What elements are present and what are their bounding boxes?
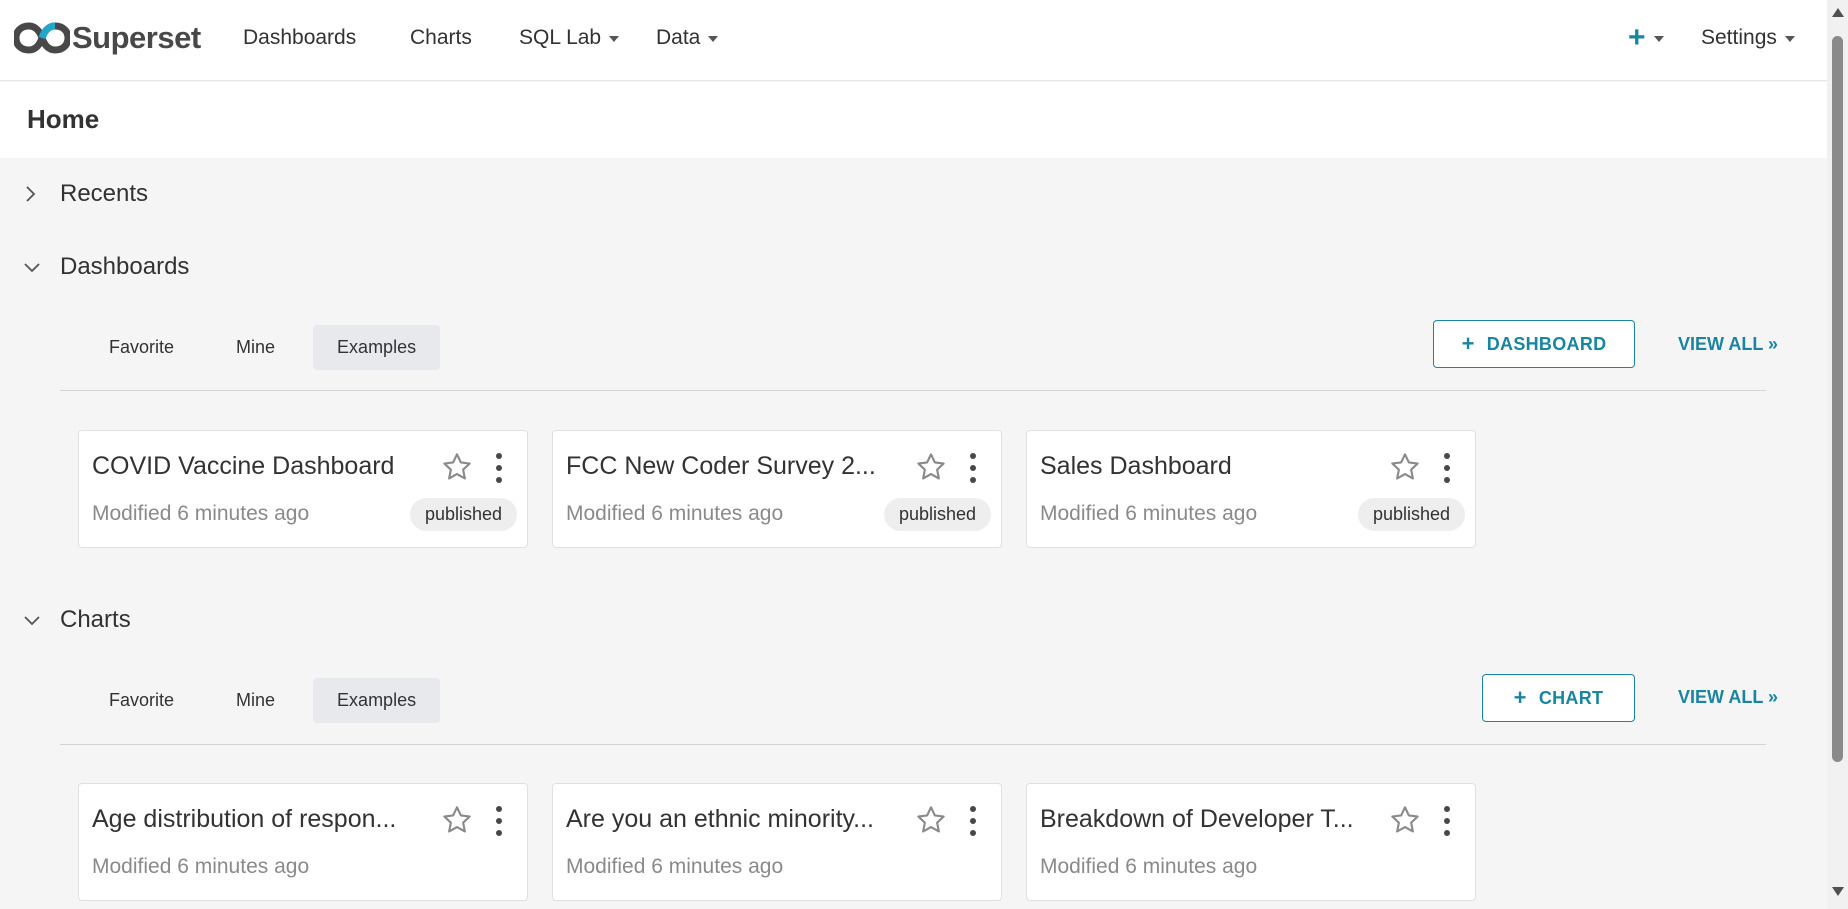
brand-logo-link[interactable]: Superset [14,20,201,56]
card-title[interactable]: Are you an ethnic minority... [566,805,896,834]
more-options-icon[interactable] [967,451,979,485]
settings-menu[interactable]: Settings [1701,26,1795,50]
scrollbar-thumb[interactable] [1832,36,1843,762]
superset-logo-icon [14,22,70,54]
star-icon[interactable] [441,804,473,836]
add-dashboard-label: DASHBOARD [1486,333,1607,354]
caret-down-icon [609,36,620,42]
recents-section-header[interactable]: Recents [24,179,148,209]
chart-card[interactable]: Breakdown of Developer T... Modified 6 m… [1026,783,1476,901]
card-title[interactable]: FCC New Coder Survey 2... [566,452,896,481]
more-options-icon[interactable] [1441,451,1453,485]
card-title[interactable]: Age distribution of respon... [92,805,422,834]
plus-icon: + [1513,685,1527,710]
add-dashboard-button[interactable]: + DASHBOARD [1433,320,1635,368]
view-all-dashboards-link[interactable]: VIEW ALL » [1678,334,1778,355]
charts-section-title: Charts [60,606,131,633]
scroll-down-arrow-icon[interactable] [1832,887,1844,896]
chart-card[interactable]: Age distribution of respon... Modified 6… [78,783,528,901]
page-header: Home [0,82,1827,158]
star-icon[interactable] [1389,451,1421,483]
tab-favorite[interactable]: Favorite [85,678,198,723]
more-options-icon[interactable] [493,451,505,485]
brand-name: Superset [72,20,201,55]
plus-icon: + [1461,331,1475,356]
page-title: Home [27,104,100,134]
card-modified: Modified 6 minutes ago [92,855,310,878]
card-modified: Modified 6 minutes ago [1040,502,1258,525]
add-chart-button[interactable]: + CHART [1482,674,1635,722]
nav-data-menu[interactable]: Data [656,26,719,50]
card-modified: Modified 6 minutes ago [566,855,784,878]
dashboards-filter-tabs: Favorite Mine Examples [85,325,454,370]
charts-section-header[interactable]: Charts [24,605,131,635]
nav-charts[interactable]: Charts [410,26,472,50]
dashboards-section-header[interactable]: Dashboards [24,252,189,282]
chevron-down-icon [24,605,60,635]
nav-dashboards[interactable]: Dashboards [243,26,356,50]
tab-divider [60,390,1766,391]
star-icon[interactable] [441,451,473,483]
more-options-icon[interactable] [493,804,505,838]
card-title[interactable]: Sales Dashboard [1040,452,1370,481]
new-item-menu[interactable]: + [1628,21,1664,54]
more-options-icon[interactable] [967,804,979,838]
nav-data-label: Data [656,26,701,49]
card-title[interactable]: Breakdown of Developer T... [1040,805,1370,834]
more-options-icon[interactable] [1441,804,1453,838]
nav-charts-label: Charts [410,26,472,49]
chart-card[interactable]: Are you an ethnic minority... Modified 6… [552,783,1002,901]
status-badge: published [1357,498,1465,531]
caret-down-icon [1784,36,1795,42]
top-navbar: Superset Dashboards Charts SQL Lab Data … [0,0,1827,81]
recents-section-title: Recents [60,180,149,207]
status-badge: published [409,498,517,531]
dashboard-card[interactable]: FCC New Coder Survey 2... Modified 6 min… [552,430,1002,548]
dashboards-section-title: Dashboards [60,253,190,280]
tab-favorite[interactable]: Favorite [85,325,198,370]
star-icon[interactable] [915,804,947,836]
chevron-right-icon [24,179,60,209]
tab-mine[interactable]: Mine [212,678,299,723]
tab-divider [60,744,1766,745]
caret-down-icon [1653,36,1664,42]
charts-filter-tabs: Favorite Mine Examples [85,678,454,723]
caret-down-icon [708,36,719,42]
dashboard-card[interactable]: Sales Dashboard Modified 6 minutes ago p… [1026,430,1476,548]
tab-examples[interactable]: Examples [313,325,441,370]
nav-sql-lab-menu[interactable]: SQL Lab [519,26,620,50]
card-modified: Modified 6 minutes ago [92,502,310,525]
card-modified: Modified 6 minutes ago [1040,855,1258,878]
plus-icon: + [1628,21,1646,54]
card-title[interactable]: COVID Vaccine Dashboard [92,452,422,481]
add-chart-label: CHART [1538,687,1604,708]
dashboard-card[interactable]: COVID Vaccine Dashboard Modified 6 minut… [78,430,528,548]
nav-sql-lab-label: SQL Lab [519,26,602,49]
star-icon[interactable] [915,451,947,483]
nav-dashboards-label: Dashboards [243,26,357,49]
card-modified: Modified 6 minutes ago [566,502,784,525]
vertical-scrollbar[interactable] [1827,0,1848,909]
tab-examples[interactable]: Examples [313,678,441,723]
view-all-charts-link[interactable]: VIEW ALL » [1678,687,1778,708]
scroll-up-arrow-icon[interactable] [1832,8,1844,17]
star-icon[interactable] [1389,804,1421,836]
status-badge: published [883,498,991,531]
chevron-down-icon [24,252,60,282]
tab-mine[interactable]: Mine [212,325,299,370]
settings-label: Settings [1701,26,1777,49]
